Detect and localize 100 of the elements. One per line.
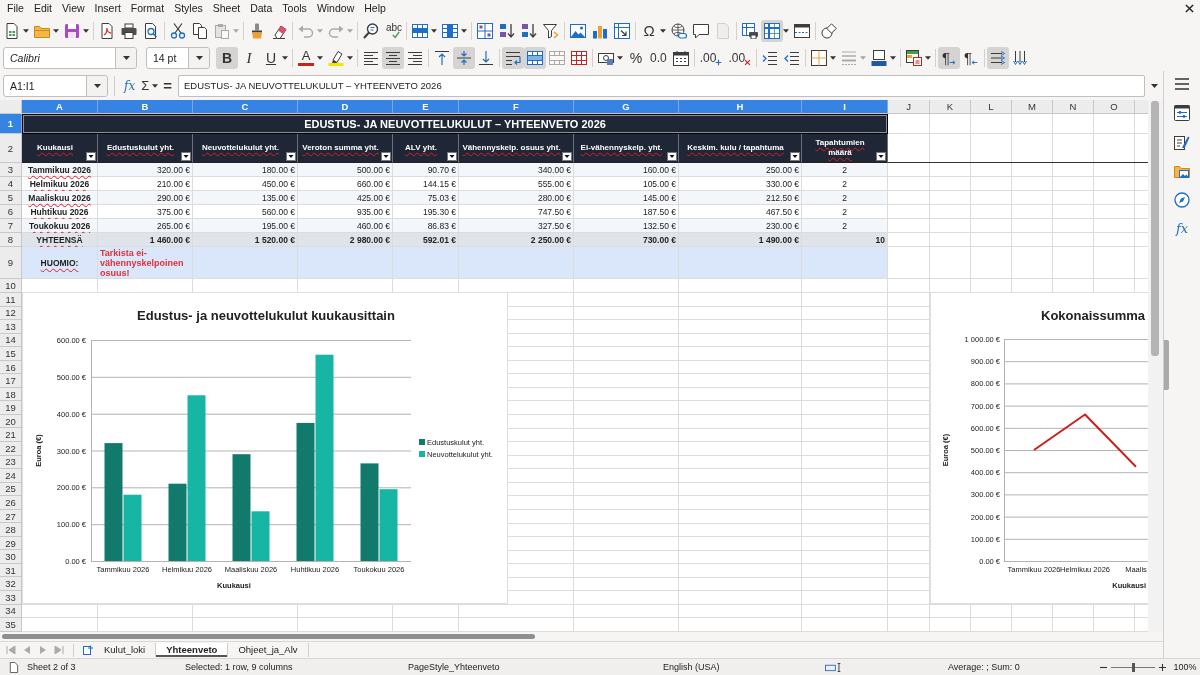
title-cell[interactable]: EDUSTUS- JA NEUVOTTELUKULUT – YHTEENVETO 2026 <box>22 114 888 134</box>
font-name-field[interactable]: Calibri <box>3 46 137 69</box>
font-size-field[interactable]: 14 pt <box>146 46 210 69</box>
menu-item[interactable]: Window <box>311 1 360 16</box>
globe-link-icon[interactable] <box>671 22 687 39</box>
sort-icon[interactable] <box>477 22 493 39</box>
selection-mode-icon[interactable] <box>825 662 843 672</box>
row-header[interactable]: 8 <box>0 233 22 247</box>
row-header[interactable]: 9 <box>0 247 22 279</box>
table-rows-icon[interactable] <box>412 22 428 39</box>
row-header[interactable]: 30 <box>0 550 22 564</box>
function-wizard-button[interactable]: fx <box>124 78 136 93</box>
header-cell[interactable]: Vähennyskelp. osuus yht. <box>459 134 574 163</box>
properties-icon[interactable] <box>1174 105 1190 121</box>
row-header[interactable]: 24 <box>0 469 22 483</box>
shapes-icon[interactable] <box>821 22 837 39</box>
column-header[interactable]: O <box>1094 100 1135 114</box>
bold-button[interactable]: B <box>216 46 238 69</box>
freeze-panes-icon[interactable] <box>761 19 783 42</box>
header-cell[interactable]: Neuvottelukulut yht. <box>193 134 298 163</box>
align-left-icon[interactable] <box>363 49 379 66</box>
special-character-button[interactable]: Ω <box>641 22 657 39</box>
align-bottom-icon[interactable] <box>478 49 494 66</box>
filter-dropdown-icon[interactable] <box>667 152 677 161</box>
percent-button[interactable]: % <box>628 49 644 66</box>
header-cell[interactable]: ALV yht. <box>393 134 459 163</box>
caret-icon[interactable] <box>152 83 159 88</box>
header-cell[interactable]: Ei-vähennyskelp. yht. <box>574 134 679 163</box>
row-header[interactable]: 6 <box>0 205 22 219</box>
row-header[interactable]: 28 <box>0 523 22 537</box>
comment-icon[interactable] <box>693 22 709 39</box>
formula-input[interactable]: EDUSTUS- JA NEUVOTTELUKULUT – YHTEENVETO 2026 <box>178 74 1145 97</box>
header-cell[interactable]: Keskim. kulu / tapahtuma <box>679 134 802 163</box>
conditional-format-icon[interactable] <box>906 49 923 66</box>
align-center-icon[interactable] <box>382 46 404 69</box>
document-icon[interactable] <box>8 661 19 673</box>
menu-item[interactable]: Format <box>125 1 170 16</box>
column-header[interactable]: N <box>1053 100 1094 114</box>
image-icon[interactable] <box>570 22 586 39</box>
row-header[interactable]: 5 <box>0 191 22 205</box>
compass-icon[interactable] <box>1174 192 1190 208</box>
column-header[interactable]: G <box>574 100 679 114</box>
menu-item[interactable]: Insert <box>89 1 126 16</box>
caret-icon[interactable] <box>830 55 837 60</box>
delete-decimal-button[interactable]: .00 <box>728 49 752 66</box>
language[interactable]: English (USA) <box>663 662 720 672</box>
split-window-icon[interactable] <box>794 22 810 39</box>
caret-icon[interactable] <box>93 83 101 88</box>
pdf-export-icon[interactable] <box>99 22 115 39</box>
align-top-icon[interactable] <box>434 49 450 66</box>
row-header[interactable]: 22 <box>0 442 22 456</box>
row-header[interactable]: 3 <box>0 163 22 177</box>
column-header[interactable]: J <box>888 100 930 114</box>
column-header[interactable]: K <box>930 100 971 114</box>
caret-icon[interactable] <box>23 28 29 33</box>
menu-icon[interactable] <box>1174 76 1190 92</box>
left-to-right-button[interactable]: ¶ <box>938 46 961 69</box>
caret-icon[interactable] <box>890 55 897 60</box>
filter-dropdown-icon[interactable] <box>181 152 191 161</box>
row-header[interactable]: 2 <box>0 134 22 163</box>
right-to-left-button[interactable]: ¶ <box>963 49 980 66</box>
column-header[interactable]: C <box>193 100 298 114</box>
name-box[interactable]: A1:I1 <box>3 74 108 97</box>
close-icon[interactable] <box>1185 4 1194 13</box>
increase-indent-icon[interactable] <box>762 49 779 66</box>
caret-icon[interactable] <box>347 55 353 60</box>
caret-icon[interactable] <box>431 28 437 33</box>
align-right-icon[interactable] <box>407 49 423 66</box>
menu-item[interactable]: Edit <box>28 1 57 16</box>
decrease-indent-icon[interactable] <box>784 49 801 66</box>
caret-icon[interactable] <box>461 28 467 33</box>
highlighter-icon[interactable] <box>328 49 344 66</box>
paintbrush-icon[interactable] <box>249 22 265 39</box>
menu-item[interactable]: File <box>2 1 29 16</box>
menu-item[interactable]: Data <box>245 1 278 16</box>
header-cell[interactable]: Tapahtumien määrä <box>802 134 888 163</box>
caret-icon[interactable] <box>660 28 666 33</box>
printer-icon[interactable] <box>121 22 137 39</box>
add-sheet-icon[interactable] <box>83 645 93 655</box>
menu-item[interactable]: Sheet <box>207 1 246 16</box>
column-header[interactable]: I <box>802 100 888 114</box>
filter-dropdown-icon[interactable] <box>876 152 886 161</box>
filter-dropdown-icon[interactable] <box>447 152 457 161</box>
caret-icon[interactable] <box>282 55 288 60</box>
table-columns-icon[interactable] <box>442 22 458 39</box>
header-cell[interactable]: Edustuskulut yht. <box>98 134 193 163</box>
font-color-button[interactable]: A <box>298 49 314 66</box>
row-header[interactable]: 33 <box>0 591 22 605</box>
page-style[interactable]: PageStyle_Yhteenveto <box>408 662 500 672</box>
caret-icon[interactable] <box>122 55 130 60</box>
menu-item[interactable]: Help <box>359 1 391 16</box>
italic-button[interactable]: I <box>241 49 257 66</box>
menu-item[interactable]: Styles <box>169 1 208 16</box>
underline-button[interactable]: U <box>263 49 279 66</box>
scrollbar-thumb[interactable] <box>2 634 535 639</box>
zoom-slider-thumb[interactable] <box>1131 662 1135 672</box>
gallery-icon[interactable] <box>1174 163 1190 179</box>
row-header[interactable]: 35 <box>0 618 22 632</box>
add-decimal-button[interactable]: .00 <box>699 49 723 66</box>
filter-dropdown-icon[interactable] <box>381 152 391 161</box>
